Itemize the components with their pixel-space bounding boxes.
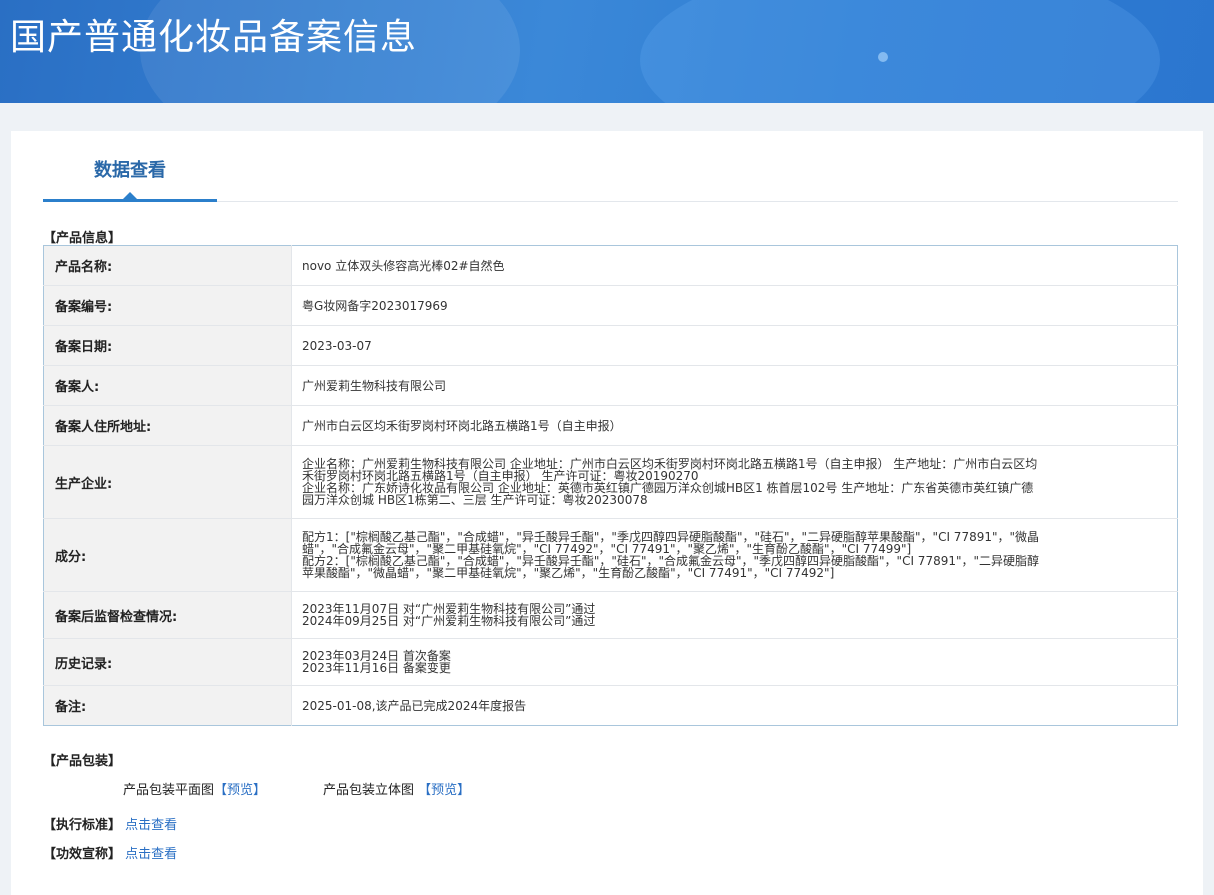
info-value-line: 园万洋众创城 HB区1栋第二、三层 生产许可证：粤妆20230078: [302, 493, 648, 507]
packaging-solid-row: 产品包装立体图 【预览】: [323, 779, 470, 798]
product-info-title: 【产品信息】: [43, 231, 122, 246]
tab-bar: 数据查看: [43, 131, 1178, 202]
info-value-line: 2023年11月16日 备案变更: [302, 661, 451, 675]
info-label: 历史记录:: [43, 638, 292, 686]
packaging-flat-label: 产品包装平面图: [123, 783, 215, 798]
efficacy-view-link[interactable]: 点击查看: [125, 847, 177, 862]
info-label: 备案人:: [43, 365, 292, 406]
banner-decoration: [640, 0, 1160, 103]
standard-row: 【执行标准】 点击查看: [43, 814, 177, 833]
tab-active-indicator: [123, 192, 137, 199]
info-row-manufacturer: 生产企业: 企业名称：广州爱莉生物科技有限公司 企业地址：广州市白云区均禾街罗岗村…: [43, 445, 1178, 519]
info-row-filer: 备案人: 广州爱莉生物科技有限公司: [43, 365, 1178, 406]
efficacy-label: 【功效宣称】: [43, 847, 122, 862]
info-row-supervision: 备案后监督检查情况: 2023年11月07日 对“广州爱莉生物科技有限公司”通过 2…: [43, 591, 1178, 639]
tab-label: 数据查看: [94, 160, 166, 181]
page-banner: 国产普通化妆品备案信息: [0, 0, 1214, 103]
info-value-line: 广州市白云区均禾街罗岗村环岗北路五横路1号（自主申报）: [302, 418, 622, 433]
info-value: 2025-01-08,该产品已完成2024年度报告: [292, 686, 1178, 726]
efficacy-row: 【功效宣称】 点击查看: [43, 843, 177, 862]
standard-label: 【执行标准】: [43, 818, 122, 833]
info-value-line: 粤G妆网备字2023017969: [302, 298, 448, 313]
info-value: novo 立体双头修容高光棒02#自然色: [291, 245, 1178, 286]
info-value-line: 苹果酸酯"，"微晶蜡"，"聚二甲基硅氧烷"，"聚乙烯"，"生育酚乙酸酯"，"CI…: [302, 566, 835, 580]
info-row-ingredients: 成分: 配方1：["棕榈酸乙基己酯"，"合成蜡"，"异壬酸异壬酯"，"季戊四醇四异…: [43, 518, 1178, 592]
info-label: 备案编号:: [43, 285, 292, 326]
info-row-remarks: 备注: 2025-01-08,该产品已完成2024年度报告: [43, 685, 1178, 726]
content-panel: 数据查看 【产品信息】 产品名称: novo 立体双头修容高光棒02#自然色 备案编…: [11, 131, 1203, 895]
packaging-flat-preview-link[interactable]: 【预览】: [214, 783, 266, 798]
packaging-title: 【产品包装】: [43, 754, 122, 769]
info-value: 2023-03-07: [291, 325, 1178, 366]
info-value: 粤G妆网备字2023017969: [291, 285, 1178, 326]
packaging-solid-preview-link[interactable]: 【预览】: [418, 783, 470, 798]
info-label: 产品名称:: [43, 245, 292, 286]
info-row-history: 历史记录: 2023年03月24日 首次备案 2023年11月16日 备案变更: [43, 638, 1178, 686]
info-row-filer-address: 备案人住所地址: 广州市白云区均禾街罗岗村环岗北路五横路1号（自主申报）: [43, 405, 1178, 446]
info-label: 备案后监督检查情况:: [43, 591, 292, 639]
info-value: 配方1：["棕榈酸乙基己酯"，"合成蜡"，"异壬酸异壬酯"，"季戊四醇四异硬脂酸…: [291, 518, 1178, 592]
product-info-table: 产品名称: novo 立体双头修容高光棒02#自然色 备案编号: 粤G妆网备字2023…: [43, 245, 1178, 726]
info-row-product-name: 产品名称: novo 立体双头修容高光棒02#自然色: [43, 245, 1178, 286]
info-value-line: 广州爱莉生物科技有限公司: [302, 378, 447, 393]
info-row-filing-date: 备案日期: 2023-03-07: [43, 325, 1178, 366]
info-label: 生产企业:: [43, 445, 292, 519]
info-value-line: 2024年09月25日 对“广州爱莉生物科技有限公司”通过: [302, 614, 596, 628]
info-value-line: novo 立体双头修容高光棒02#自然色: [302, 258, 505, 273]
info-row-filing-number: 备案编号: 粤G妆网备字2023017969: [43, 285, 1178, 326]
tab-data-view[interactable]: 数据查看: [43, 131, 217, 202]
info-value: 企业名称：广州爱莉生物科技有限公司 企业地址：广州市白云区均禾街罗岗村环岗北路五…: [291, 445, 1178, 519]
info-value: 广州爱莉生物科技有限公司: [291, 365, 1178, 406]
packaging-flat-row: 产品包装平面图【预览】: [123, 779, 266, 798]
info-label: 备案日期:: [43, 325, 292, 366]
info-value-line: 2023-03-07: [302, 338, 372, 353]
info-value: 2023年11月07日 对“广州爱莉生物科技有限公司”通过 2024年09月25日…: [291, 591, 1178, 639]
banner-decoration: [878, 52, 888, 62]
info-label: 成分:: [43, 518, 292, 592]
info-value: 广州市白云区均禾街罗岗村环岗北路五横路1号（自主申报）: [291, 405, 1178, 446]
standard-view-link[interactable]: 点击查看: [125, 818, 177, 833]
info-label: 备案人住所地址:: [43, 405, 292, 446]
info-value: 2023年03月24日 首次备案 2023年11月16日 备案变更: [291, 638, 1178, 686]
info-value-line: 2025-01-08,该产品已完成2024年度报告: [302, 698, 527, 713]
page-title: 国产普通化妆品备案信息: [10, 17, 418, 58]
info-label: 备注:: [43, 685, 292, 726]
packaging-solid-label: 产品包装立体图: [323, 783, 415, 798]
